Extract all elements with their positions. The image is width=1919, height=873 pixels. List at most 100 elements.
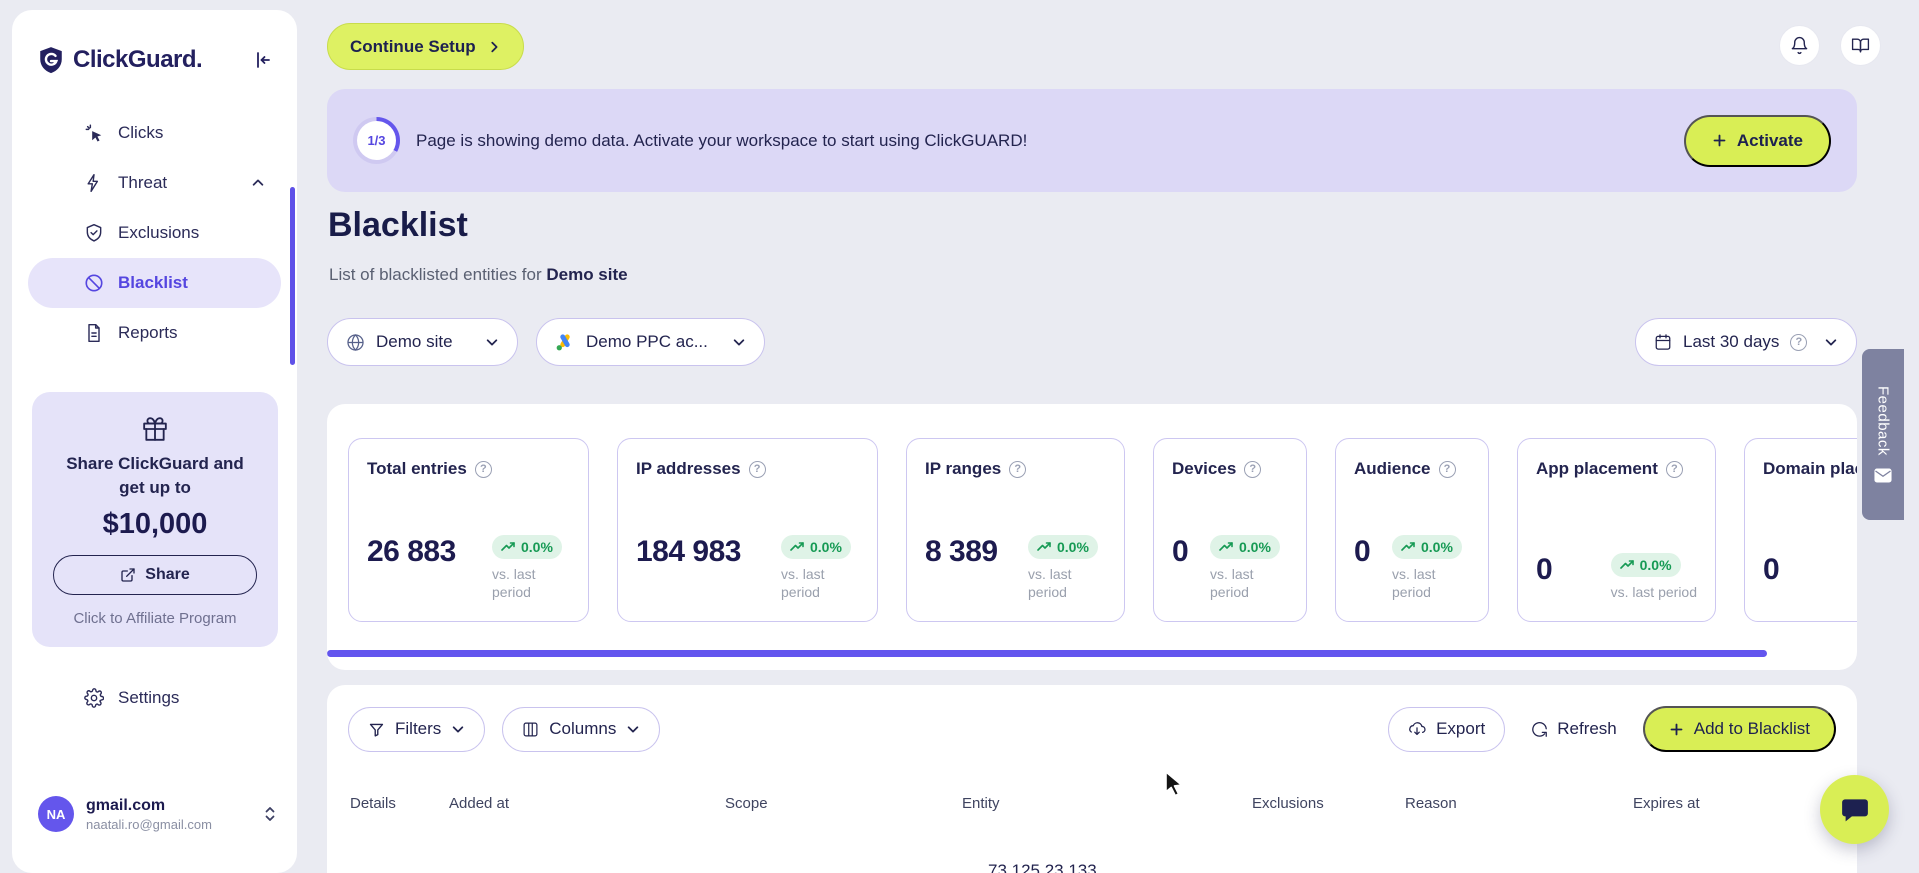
brand-name: ClickGuard.: [73, 46, 203, 73]
info-icon[interactable]: ?: [1244, 460, 1262, 478]
funnel-icon: [368, 721, 385, 738]
filters-label: Filters: [395, 719, 442, 738]
info-icon[interactable]: ?: [474, 460, 492, 478]
activate-button[interactable]: Activate: [1683, 114, 1831, 167]
notifications-button[interactable]: [1779, 25, 1820, 66]
selector-row: Demo site Demo PPC ac... Last 30 days ?: [327, 318, 1857, 366]
sidebar-item-settings[interactable]: Settings: [28, 673, 281, 723]
trend-badge: 0.0%: [781, 534, 851, 559]
demo-data-banner: 1/3 Page is showing demo data. Activate …: [327, 89, 1857, 192]
sidebar-item-threat[interactable]: Threat: [28, 158, 281, 208]
external-link-icon: [120, 567, 136, 583]
stat-card-ip-addresses: IP addresses ? 184 983 0.0% vs. last per…: [617, 438, 878, 622]
column-header-added-at: Added at: [449, 795, 510, 812]
columns-label: Columns: [549, 719, 617, 738]
banner-message: Page is showing demo data. Activate your…: [416, 130, 1028, 150]
column-header-exclusions: Exclusions: [1252, 795, 1324, 812]
prohibition-icon: [84, 273, 104, 293]
stat-card-app-placement: App placement ? 0 0.0% vs. last period: [1517, 438, 1716, 622]
google-ads-icon: [555, 333, 575, 351]
sidebar-item-exclusions[interactable]: Exclusions: [28, 208, 281, 258]
trend-up-icon: [790, 541, 804, 551]
info-icon[interactable]: ?: [1009, 460, 1027, 478]
nav-label: Threat: [118, 173, 168, 192]
horizontal-scrollbar[interactable]: [327, 650, 1767, 657]
chevron-up-down-icon[interactable]: [263, 805, 277, 823]
nav-label: Blacklist: [118, 273, 188, 292]
trend-badge: 0.0%: [1028, 534, 1098, 559]
stat-card-audience: Audience ? 0 0.0% vs. last period: [1335, 438, 1489, 622]
feedback-tab[interactable]: Feedback: [1862, 349, 1904, 520]
stats-cards-row: Total entries ? 26 883 0.0% vs. last per…: [327, 404, 1857, 622]
trend-badge: 0.0%: [1610, 552, 1681, 577]
envelope-icon: [1874, 468, 1892, 483]
stat-value: 26 883: [367, 534, 456, 568]
trend-badge: 0.0%: [492, 534, 562, 559]
collapse-sidebar-icon[interactable]: [253, 50, 273, 70]
continue-setup-button[interactable]: Continue Setup: [327, 23, 524, 70]
trend-badge: 0.0%: [1392, 534, 1462, 559]
affiliate-link[interactable]: Click to Affiliate Program: [50, 610, 260, 627]
docs-button[interactable]: [1840, 25, 1881, 66]
date-range-selector[interactable]: Last 30 days ?: [1635, 318, 1857, 366]
table-header-row: Details Added at Scope Entity Exclusions…: [348, 795, 1836, 815]
continue-setup-label: Continue Setup: [350, 36, 476, 56]
stat-card-devices: Devices ? 0 0.0% vs. last period: [1153, 438, 1307, 622]
chevron-right-icon: [487, 40, 501, 54]
bell-icon: [1791, 36, 1808, 55]
stat-card-ip-ranges: IP ranges ? 8 389 0.0% vs. last period: [906, 438, 1125, 622]
stat-note: vs. last period: [1392, 565, 1436, 600]
export-button[interactable]: Export: [1388, 706, 1506, 752]
share-button[interactable]: Share: [53, 554, 257, 595]
feedback-label: Feedback: [1874, 386, 1892, 456]
stat-note: vs. last period: [492, 565, 536, 600]
columns-button[interactable]: Columns: [502, 706, 661, 752]
main-content: Continue Setup 1/3 Page is showing demo …: [327, 0, 1857, 873]
page-subtitle: List of blacklisted entities for Demo si…: [329, 265, 628, 284]
refresh-label: Refresh: [1557, 719, 1617, 738]
refresh-button[interactable]: Refresh: [1531, 719, 1617, 739]
nav-label: Settings: [118, 687, 180, 707]
chevron-up-icon[interactable]: [251, 176, 265, 190]
page-title: Blacklist: [328, 206, 468, 244]
ppc-account-selector[interactable]: Demo PPC ac...: [536, 318, 765, 366]
table-row[interactable]: 73.125.23.133: [348, 847, 1836, 873]
plus-icon: [1669, 722, 1684, 737]
nav-label: Reports: [118, 323, 178, 342]
column-header-reason: Reason: [1405, 795, 1457, 812]
stat-note: vs. last period: [1210, 565, 1254, 600]
site-selector[interactable]: Demo site: [327, 318, 518, 366]
stat-value: 184 983: [636, 534, 741, 568]
info-icon[interactable]: ?: [1438, 460, 1456, 478]
chat-bubble-icon: [1841, 798, 1868, 821]
trend-up-icon: [1037, 541, 1051, 551]
sidebar-item-blacklist[interactable]: Blacklist: [28, 258, 281, 308]
stat-label: App placement: [1536, 459, 1658, 478]
table-toolbar: Filters Columns Export Refresh Add to Bl…: [348, 706, 1836, 752]
user-menu[interactable]: NA gmail.com naatali.ro@gmail.com: [38, 796, 277, 832]
site-selector-value: Demo site: [376, 332, 453, 351]
calendar-icon: [1654, 333, 1672, 351]
add-to-blacklist-label: Add to Blacklist: [1693, 719, 1810, 738]
avatar: NA: [38, 796, 74, 832]
column-header-details: Details: [350, 795, 396, 812]
sidebar-item-reports[interactable]: Reports: [28, 308, 281, 358]
cloud-download-icon: [1408, 720, 1426, 738]
info-icon[interactable]: ?: [748, 460, 766, 478]
columns-icon: [522, 721, 539, 738]
stat-value: 0: [1172, 534, 1189, 568]
sidebar-item-clicks[interactable]: Clicks: [28, 108, 281, 158]
filters-button[interactable]: Filters: [348, 706, 486, 752]
column-header-entity: Entity: [962, 795, 1000, 812]
chat-widget-button[interactable]: [1820, 775, 1889, 844]
stat-label: Devices: [1172, 459, 1237, 478]
trend-up-icon: [1401, 541, 1415, 551]
help-icon[interactable]: ?: [1790, 333, 1808, 351]
add-to-blacklist-button[interactable]: Add to Blacklist: [1642, 706, 1836, 752]
trend-up-icon: [1219, 541, 1233, 551]
gear-icon: [84, 687, 104, 708]
stat-label: Domain placement: [1763, 459, 1857, 478]
sidebar-scrollbar[interactable]: [290, 187, 295, 365]
info-icon[interactable]: ?: [1665, 460, 1683, 478]
user-email: naatali.ro@gmail.com: [86, 816, 212, 832]
